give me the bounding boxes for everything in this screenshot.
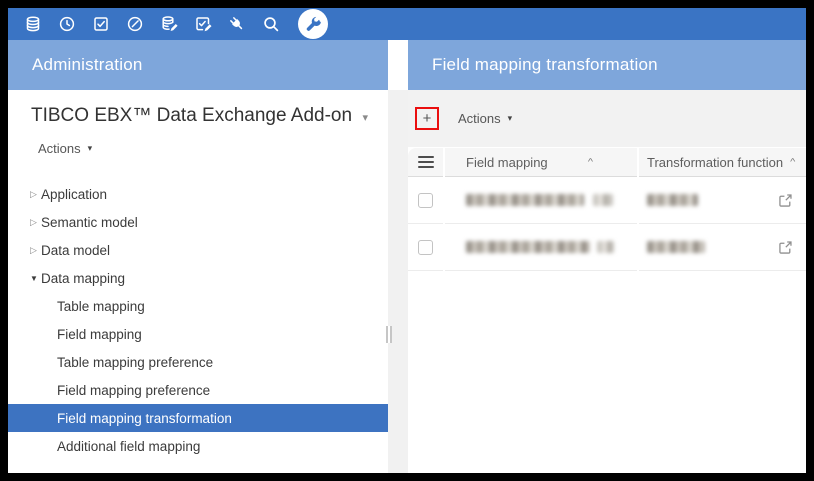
tree-item-label: Field mapping transformation [57,411,232,426]
column-header-transformation-function[interactable]: Transformation function ^ [639,148,806,177]
table-row[interactable] [408,224,806,271]
column-label: Field mapping [466,155,548,170]
caret-right-icon[interactable]: ▷ [30,189,37,200]
external-link-icon[interactable] [778,240,793,255]
row-checkbox[interactable] [418,240,433,255]
tree-item-data-model[interactable]: ▷ Data model [8,236,388,264]
task-check-icon[interactable] [92,15,110,33]
tree-item-label: Field mapping [57,327,142,342]
tree-item-additional-field-mapping[interactable]: Additional field mapping [8,432,388,460]
right-actions-label: Actions [458,111,501,126]
tree-item-label: Data model [41,243,110,258]
plug-icon[interactable] [228,15,246,33]
right-panel-header: Field mapping transformation [408,40,806,90]
table-header-row: Field mapping ^ Transformation function … [408,148,806,177]
tree-item-label: Application [41,187,107,202]
records-table: Field mapping ^ Transformation function … [408,148,806,271]
redacted-field-mapping-text [466,194,613,206]
title-dropdown-caret-icon[interactable]: ▾ [362,108,368,124]
column-header-field-mapping[interactable]: Field mapping ^ [445,148,637,177]
table-menu-icon[interactable] [418,156,434,168]
left-panel-header: Administration [8,40,388,90]
caret-right-icon[interactable]: ▷ [30,217,37,228]
caret-down-icon: ▾ [88,143,93,154]
row-checkbox[interactable] [418,193,433,208]
caret-right-icon[interactable]: ▷ [30,245,37,256]
column-label: Transformation function [647,155,783,170]
add-record-button[interactable]: + [415,107,439,130]
redacted-transformation-text [647,241,705,253]
content-panel: + Actions ▾ Field mapping ^ Transf [408,90,806,473]
database-icon[interactable] [24,15,42,33]
left-panel-scrollbar-thumb[interactable] [386,326,392,343]
tree-item-label: Semantic model [41,215,138,230]
table-menu-cell [408,148,443,177]
tree-item-field-mapping-preference[interactable]: Field mapping preference [8,376,388,404]
external-link-icon[interactable] [778,193,793,208]
navigation-panel: TIBCO EBX™ Data Exchange Add-on ▾ Action… [8,90,388,473]
caret-down-icon: ▾ [508,113,513,124]
caret-down-icon[interactable]: ▼ [30,274,37,283]
left-actions-button[interactable]: Actions ▾ [38,141,92,156]
admin-tree: ▷ Application ▷ Semantic model ▷ Data mo… [8,180,388,460]
search-icon[interactable] [262,15,280,33]
tree-item-label: Data mapping [41,271,125,286]
sort-asc-icon[interactable]: ^ [790,157,795,167]
redacted-transformation-text [647,194,698,206]
left-panel-title: Administration [32,55,143,75]
tree-item-label: Additional field mapping [57,439,200,454]
tree-item-data-mapping[interactable]: ▼ Data mapping [8,264,388,292]
app-window: Administration Field mapping transformat… [0,0,814,481]
content-toolbar: + Actions ▾ [408,90,806,147]
right-actions-button[interactable]: Actions ▾ [458,111,512,126]
admin-wrench-icon[interactable] [298,9,328,39]
tree-item-application[interactable]: ▷ Application [8,180,388,208]
panel-header-gap [388,40,408,90]
tree-item-table-mapping-preference[interactable]: Table mapping preference [8,348,388,376]
tree-item-semantic-model[interactable]: ▷ Semantic model [8,208,388,236]
tree-item-label: Field mapping preference [57,383,210,398]
tree-item-field-mapping[interactable]: Field mapping [8,320,388,348]
database-edit-icon[interactable] [160,15,178,33]
left-actions-label: Actions [38,141,81,156]
tree-item-label: Table mapping preference [57,355,213,370]
history-clock-icon[interactable] [58,15,76,33]
tree-item-field-mapping-transformation[interactable]: Field mapping transformation [8,404,388,432]
perspective-circle-icon[interactable] [126,15,144,33]
redacted-field-mapping-text [466,241,614,253]
tree-item-table-mapping[interactable]: Table mapping [8,292,388,320]
page-title: Field mapping transformation [432,55,658,75]
panel-headers: Administration Field mapping transformat… [8,40,806,90]
panel-divider [388,90,408,473]
task-edit-icon[interactable] [194,15,212,33]
table-row[interactable] [408,177,806,224]
sort-asc-icon[interactable]: ^ [588,157,593,167]
top-toolbar [8,8,806,40]
addon-title: TIBCO EBX™ Data Exchange Add-on [31,105,352,127]
tree-item-label: Table mapping [57,299,145,314]
